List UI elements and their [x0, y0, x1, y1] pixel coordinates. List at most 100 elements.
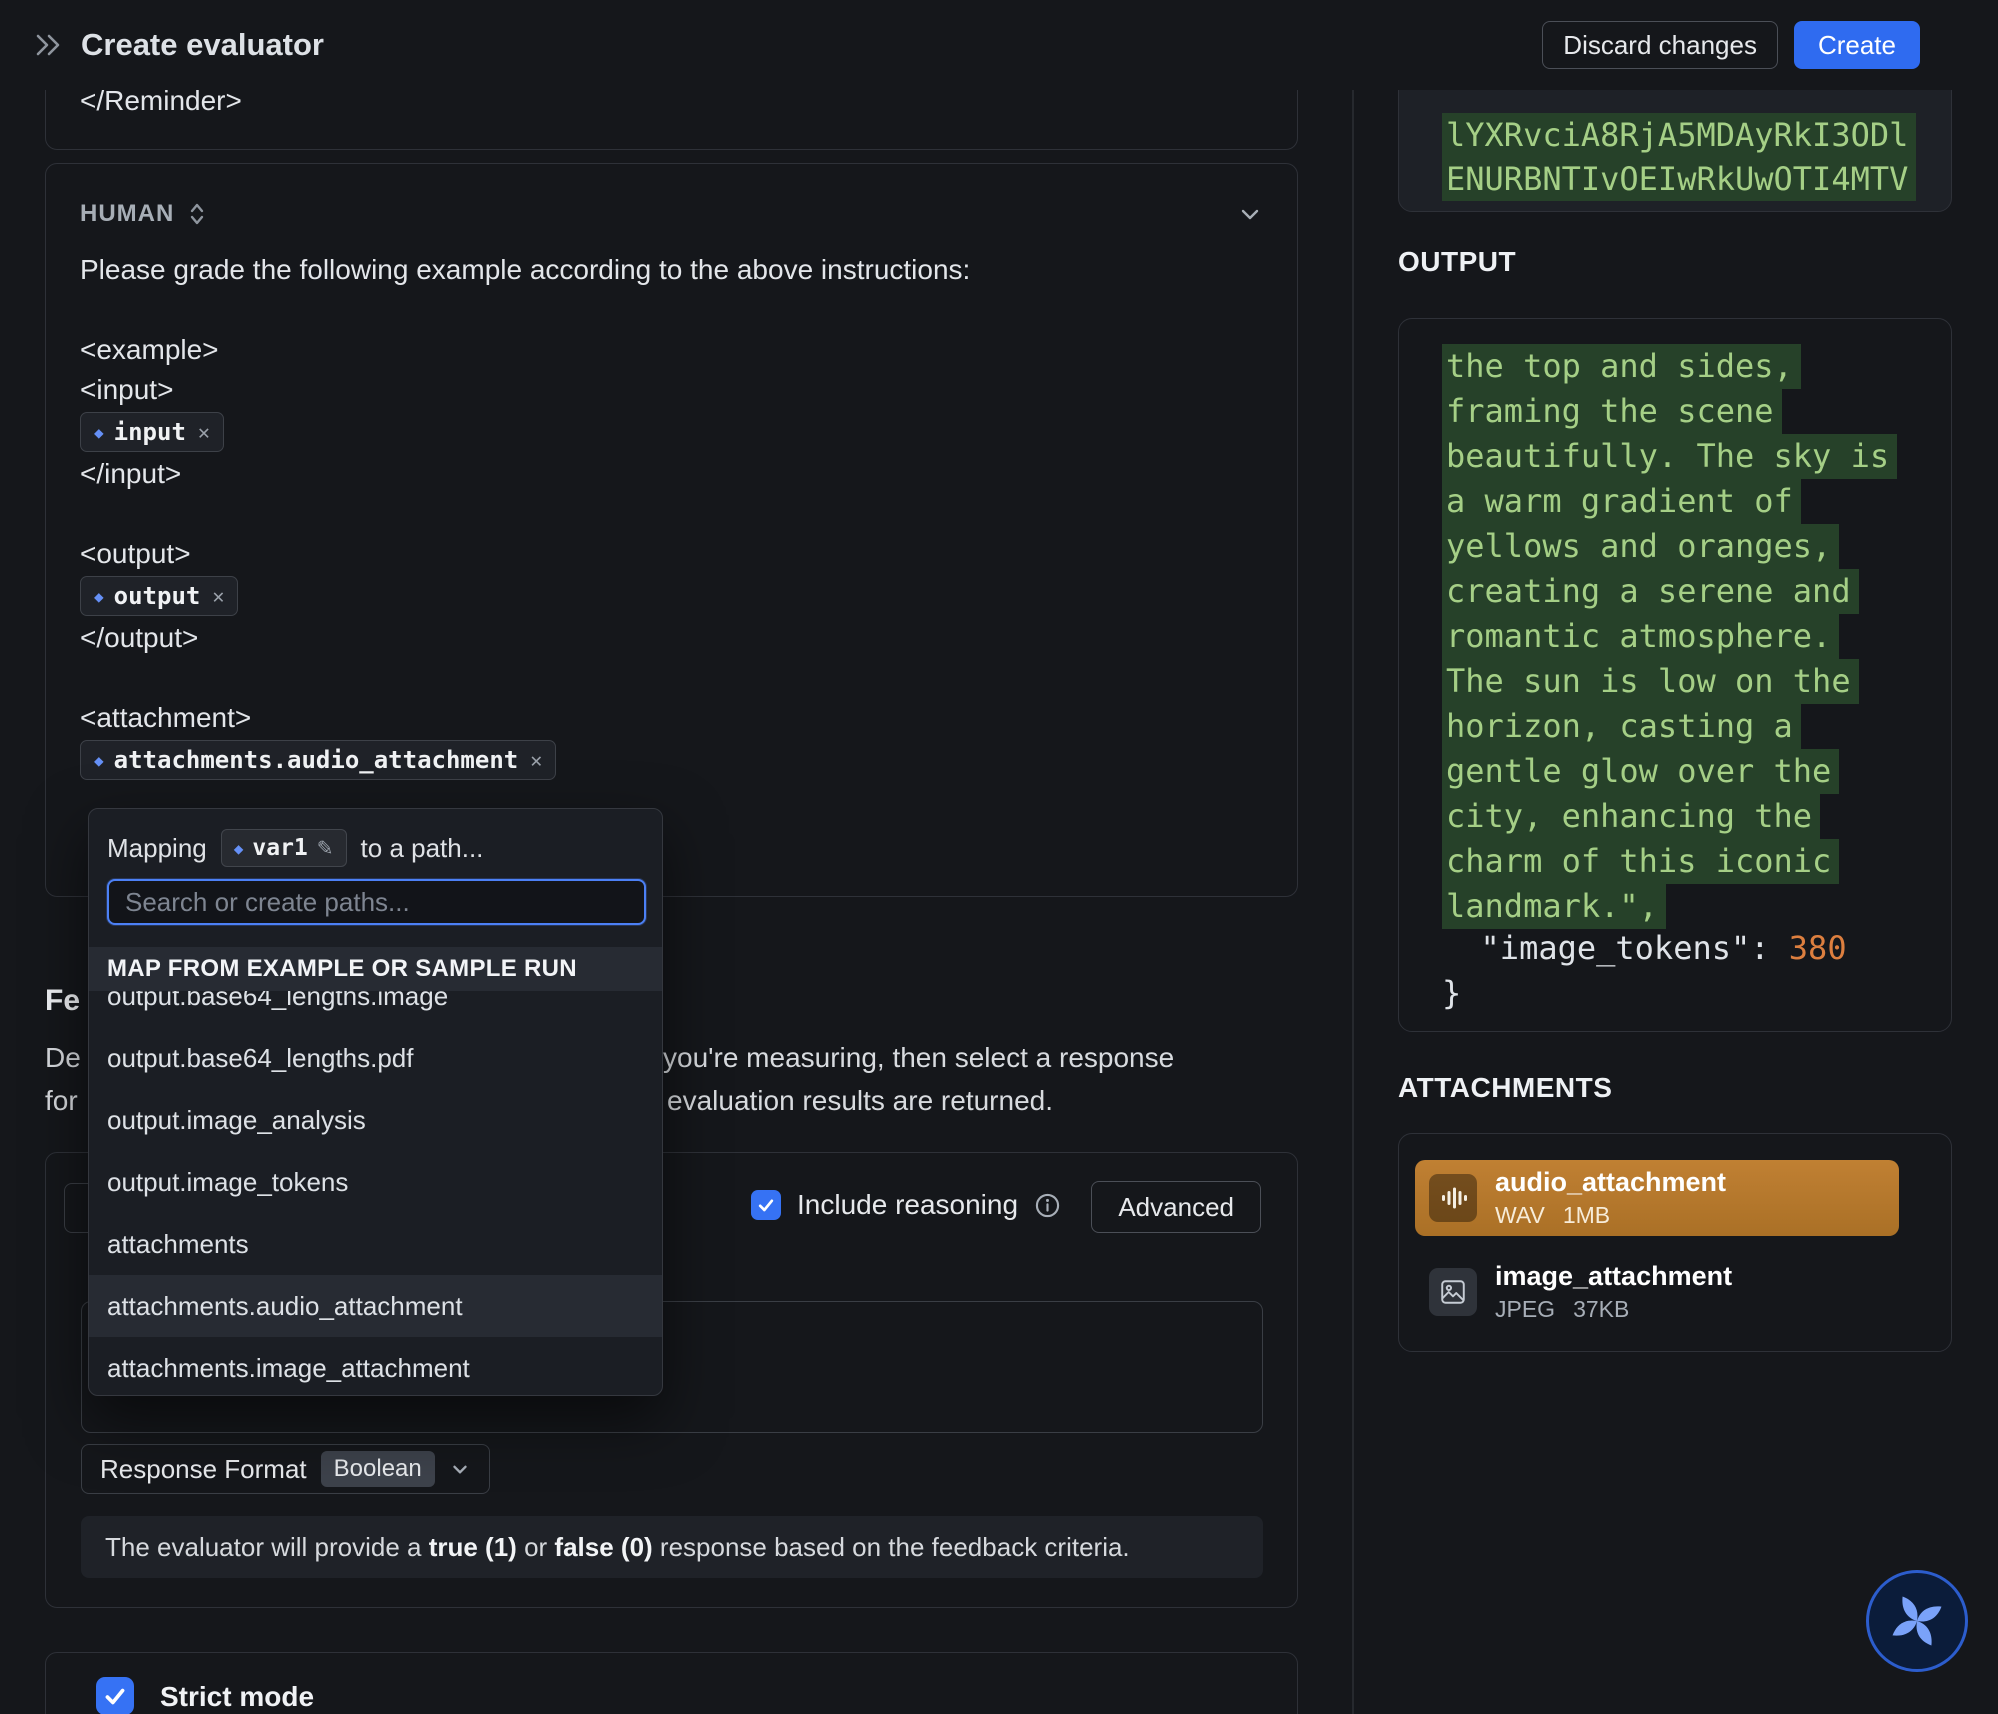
- prompt-blank-line: [80, 494, 1263, 534]
- code-line: horizon, casting a: [1442, 704, 1951, 749]
- prompt-tag-output-close: </output>: [80, 618, 1263, 658]
- create-button[interactable]: Create: [1794, 21, 1920, 69]
- attachment-info: image_attachment JPEG 37KB: [1495, 1261, 1732, 1323]
- path-option[interactable]: output.image_tokens: [89, 1151, 662, 1213]
- path-option-highlighted[interactable]: attachments.audio_attachment: [89, 1275, 662, 1337]
- attachments-panel: audio_attachment WAV 1MB image_attachmen…: [1398, 1133, 1952, 1352]
- code-line: landmark.",: [1442, 884, 1951, 929]
- variable-chip-label: var1: [252, 835, 307, 861]
- code-line-json-tail: "image_tokens": 380: [1442, 929, 1951, 974]
- response-format-info-bar: The evaluator will provide a true (1) or…: [81, 1516, 1263, 1578]
- mapping-popover: Mapping ◆ var1 ✎ to a path... MAP FROM E…: [88, 808, 663, 1396]
- code-line: yellows and oranges,: [1442, 524, 1951, 569]
- attachment-meta: WAV 1MB: [1495, 1202, 1726, 1229]
- info-false-label: false (0): [554, 1532, 652, 1563]
- variable-chip-label: input: [114, 418, 186, 446]
- attachment-variable-row: ◆ attachments.audio_attachment ✕: [80, 738, 1263, 782]
- feedback-desc-fragment: for: [45, 1085, 78, 1117]
- variable-chip-attachment[interactable]: ◆ attachments.audio_attachment ✕: [80, 740, 556, 780]
- attachment-name: audio_attachment: [1495, 1167, 1726, 1198]
- message-role-selector[interactable]: HUMAN: [80, 200, 174, 228]
- path-option[interactable]: output.base64_lengths.pdf: [89, 1027, 662, 1089]
- prompt-tag-example-open: <example>: [80, 330, 1263, 370]
- path-option[interactable]: attachments.image_attachment: [89, 1337, 662, 1393]
- brand-logo[interactable]: [1866, 1570, 1968, 1672]
- pinwheel-logo-icon: [1881, 1585, 1953, 1657]
- code-line: the top and sides,: [1442, 344, 1951, 389]
- feedback-desc-fragment: you're measuring, then select a response: [663, 1042, 1174, 1074]
- output-heading: OUTPUT: [1398, 246, 1516, 278]
- path-option[interactable]: attachments: [89, 1213, 662, 1275]
- variable-icon: ◆: [234, 839, 244, 858]
- code-line: city, enhancing the: [1442, 794, 1951, 839]
- feedback-desc-fragment: evaluation results are returned.: [667, 1085, 1053, 1117]
- path-search-input[interactable]: [107, 879, 646, 925]
- code-line: beautifully. The sky is: [1442, 434, 1951, 479]
- info-text: or: [517, 1532, 555, 1563]
- path-option[interactable]: output.base64_lengths.image: [89, 991, 662, 1027]
- feedback-desc-fragment: De: [45, 1042, 81, 1074]
- variable-chip-label: output: [114, 582, 201, 610]
- chevron-down-icon: [449, 1458, 471, 1480]
- code-line: creating a serene and: [1442, 569, 1951, 614]
- strict-mode-panel: Strict mode: [45, 1652, 1298, 1714]
- page-header: Create evaluator Discard changes Create: [0, 0, 1998, 90]
- output-code-block: the top and sides, framing the scene bea…: [1398, 318, 1952, 1032]
- include-reasoning-label: Include reasoning: [797, 1189, 1018, 1221]
- variable-icon: ◆: [94, 423, 104, 442]
- strict-mode-checkbox[interactable]: [96, 1677, 134, 1714]
- variable-chip-input[interactable]: ◆ input ✕: [80, 412, 224, 452]
- include-reasoning-row: Include reasoning: [751, 1189, 1061, 1221]
- collapse-message-icon[interactable]: [1237, 201, 1263, 227]
- collapse-panel-icon[interactable]: [33, 31, 63, 59]
- human-message-header: HUMAN: [46, 164, 1297, 234]
- discard-changes-button[interactable]: Discard changes: [1542, 21, 1778, 69]
- prompt-tag-input-close: </input>: [80, 454, 1263, 494]
- advanced-button[interactable]: Advanced: [1091, 1181, 1261, 1233]
- mapping-popover-header: Mapping ◆ var1 ✎ to a path...: [89, 809, 662, 879]
- remove-variable-icon[interactable]: ✕: [212, 584, 224, 608]
- info-icon[interactable]: [1034, 1192, 1061, 1219]
- header-actions: Discard changes Create: [1542, 21, 1920, 69]
- panel-divider: [1352, 90, 1354, 1714]
- code-line: ENURBNTIvOEIwRkUwOTI4MTV: [1442, 157, 1951, 201]
- attachment-size: 37KB: [1573, 1296, 1629, 1323]
- prompt-tag-attachment-open: <attachment>: [80, 698, 1263, 738]
- variable-chip-output[interactable]: ◆ output ✕: [80, 576, 238, 616]
- variable-icon: ◆: [94, 587, 104, 606]
- path-option[interactable]: output.image_analysis: [89, 1089, 662, 1151]
- attachment-name: image_attachment: [1495, 1261, 1732, 1292]
- checkmark-icon: [756, 1195, 776, 1215]
- prompt-body: Please grade the following example accor…: [46, 234, 1297, 782]
- response-format-select[interactable]: Response Format Boolean: [81, 1444, 490, 1494]
- variable-chip-var1[interactable]: ◆ var1 ✎: [221, 829, 347, 867]
- feedback-section-heading: Fe: [45, 984, 80, 1018]
- mapping-label-suffix: to a path...: [361, 833, 484, 864]
- attachment-audio-card[interactable]: audio_attachment WAV 1MB: [1415, 1160, 1899, 1236]
- prompt-intro-line: Please grade the following example accor…: [80, 250, 1263, 290]
- info-text: The evaluator will provide a: [105, 1532, 429, 1563]
- reorder-message-icon[interactable]: [188, 199, 206, 229]
- prompt-tag-output-open: <output>: [80, 534, 1263, 574]
- waveform-icon: [1429, 1174, 1477, 1222]
- attachment-image-row[interactable]: image_attachment JPEG 37KB: [1415, 1260, 1935, 1324]
- remove-variable-icon[interactable]: ✕: [198, 420, 210, 444]
- prompt-blank-line: [80, 290, 1263, 330]
- mapping-label-prefix: Mapping: [107, 833, 207, 864]
- code-line: gentle glow over the: [1442, 749, 1951, 794]
- remove-variable-icon[interactable]: ✕: [530, 748, 542, 772]
- prompt-tag-input-open: <input>: [80, 370, 1263, 410]
- variable-icon: ◆: [94, 751, 104, 770]
- attachment-meta: JPEG 37KB: [1495, 1296, 1732, 1323]
- edit-variable-icon[interactable]: ✎: [317, 836, 334, 860]
- path-options-section-header: MAP FROM EXAMPLE OR SAMPLE RUN: [89, 947, 662, 991]
- code-line: The sun is low on the: [1442, 659, 1951, 704]
- include-reasoning-checkbox[interactable]: [751, 1190, 781, 1220]
- code-line-closing-brace: }: [1442, 974, 1951, 1019]
- checkmark-icon: [102, 1683, 128, 1709]
- image-icon: [1429, 1268, 1477, 1316]
- code-line: framing the scene: [1442, 389, 1951, 434]
- response-format-label: Response Format: [100, 1454, 307, 1485]
- info-true-label: true (1): [429, 1532, 517, 1563]
- input-variable-row: ◆ input ✕: [80, 410, 1263, 454]
